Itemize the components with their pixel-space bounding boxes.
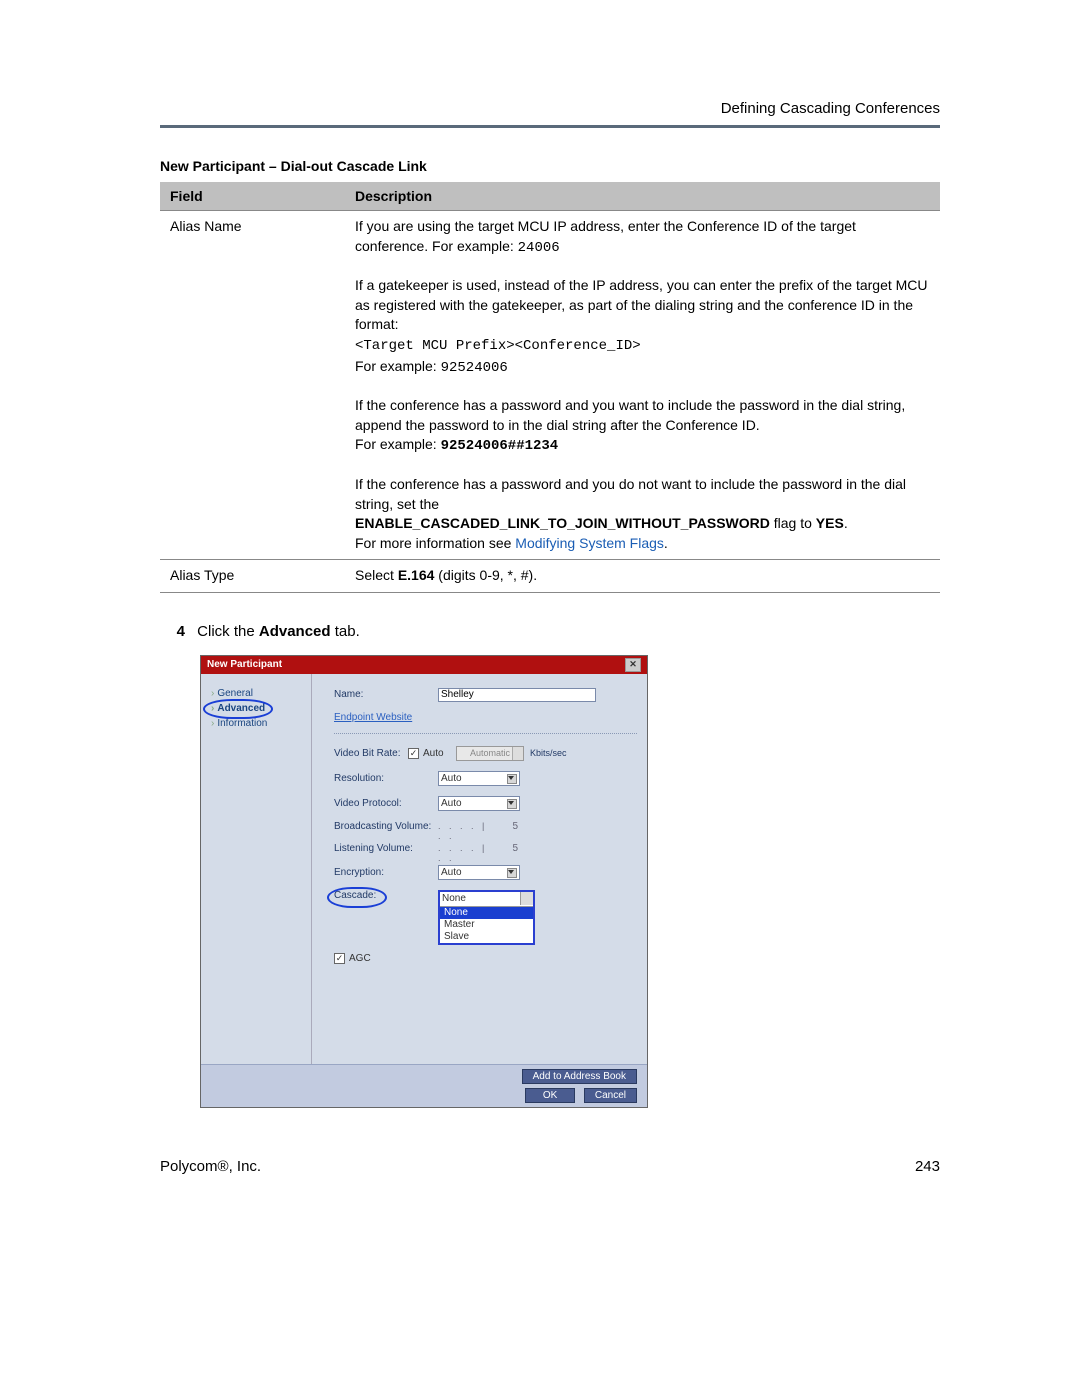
page-footer: Polycom®, Inc. 243 bbox=[160, 1158, 940, 1175]
desc-p4-tail: flag to bbox=[770, 515, 816, 531]
ok-button[interactable]: OK bbox=[525, 1088, 575, 1103]
listening-volume-label: Listening Volume: bbox=[334, 843, 438, 854]
broadcast-value: 5 bbox=[512, 821, 518, 832]
row-alias-name: Alias Name If you are using the target M… bbox=[160, 211, 940, 560]
name-label: Name: bbox=[334, 689, 438, 700]
desc-p3: If the conference has a password and you… bbox=[355, 397, 905, 433]
checkbox-icon: ✓ bbox=[334, 953, 345, 964]
desc-p2-format: <Target MCU Prefix><Conference_ID> bbox=[355, 338, 641, 354]
kbits-label: Kbits/sec bbox=[530, 748, 567, 758]
footer-page-number: 243 bbox=[915, 1158, 940, 1175]
dialog-main: Name: Endpoint Website Video Bit Rate: ✓… bbox=[312, 674, 647, 1064]
video-protocol-select[interactable]: Auto bbox=[438, 796, 520, 811]
step-4: 4 Click the Advanced tab. bbox=[160, 623, 940, 640]
video-protocol-label: Video Protocol: bbox=[334, 798, 438, 809]
header-rule bbox=[160, 125, 940, 128]
dialog-title-text: New Participant bbox=[207, 659, 282, 670]
desc-p4-yes: YES bbox=[816, 515, 844, 531]
name-input[interactable] bbox=[438, 688, 596, 702]
desc-p3-ex-code: 92524006##1234 bbox=[441, 438, 559, 454]
resolution-value: Auto bbox=[441, 773, 462, 784]
auto-checkbox-group[interactable]: ✓ Auto bbox=[408, 748, 456, 759]
auto-label: Auto bbox=[423, 748, 444, 759]
listening-value: 5 bbox=[512, 843, 518, 854]
desc-p2-ex-pre: For example: bbox=[355, 358, 441, 374]
dialog-titlebar: New Participant ✕ bbox=[201, 656, 647, 674]
broadcasting-volume-label: Broadcasting Volume: bbox=[334, 821, 438, 832]
alias-type-d1: Select bbox=[355, 567, 398, 583]
step-text-c: tab. bbox=[331, 623, 360, 640]
cell-desc-alias-name: If you are using the target MCU IP addre… bbox=[345, 211, 940, 560]
video-protocol-value: Auto bbox=[441, 798, 462, 809]
nav-advanced[interactable]: ›Advanced bbox=[207, 701, 305, 716]
chevron-icon: › bbox=[211, 718, 214, 729]
resolution-select[interactable]: Auto bbox=[438, 771, 520, 786]
cascade-selected-value: None bbox=[440, 892, 533, 907]
chevron-down-icon bbox=[508, 870, 514, 874]
table-title: New Participant – Dial-out Cascade Link bbox=[160, 158, 940, 174]
chevron-icon: › bbox=[211, 688, 214, 699]
desc-p4-flag: ENABLE_CASCADED_LINK_TO_JOIN_WITHOUT_PAS… bbox=[355, 515, 770, 531]
dialog-nav: ›General ›Advanced ›Information bbox=[201, 674, 312, 1064]
desc-p1-code: 24006 bbox=[518, 240, 560, 256]
checkbox-icon: ✓ bbox=[408, 748, 419, 759]
desc-p1: If you are using the target MCU IP addre… bbox=[355, 218, 856, 254]
agc-label: AGC bbox=[349, 953, 371, 964]
step-number: 4 bbox=[160, 623, 185, 640]
cell-desc-alias-type: Select E.164 (digits 0-9, *, #). bbox=[345, 560, 940, 593]
close-icon[interactable]: ✕ bbox=[625, 658, 641, 672]
encryption-value: Auto bbox=[441, 867, 462, 878]
separator bbox=[334, 733, 637, 734]
spinner-buttons-icon bbox=[512, 747, 523, 760]
add-to-address-book-button[interactable]: Add to Address Book bbox=[522, 1069, 637, 1084]
desc-p4-dot: . bbox=[844, 515, 848, 531]
document-page: Defining Cascading Conferences New Parti… bbox=[0, 0, 1080, 1215]
field-description-table: Field Description Alias Name If you are … bbox=[160, 182, 940, 593]
desc-p3-ex-pre: For example: bbox=[355, 436, 441, 452]
chevron-down-icon bbox=[508, 801, 514, 805]
nav-general[interactable]: ›General bbox=[207, 686, 305, 701]
dialog-footer: Add to Address Book OK Cancel bbox=[201, 1064, 647, 1107]
bitrate-spinner[interactable]: Automatic bbox=[456, 746, 524, 761]
desc-p2: If a gatekeeper is used, instead of the … bbox=[355, 277, 928, 332]
alias-type-d2: E.164 bbox=[398, 567, 435, 583]
encryption-select[interactable]: Auto bbox=[438, 865, 520, 880]
cascade-option-slave[interactable]: Slave bbox=[440, 931, 533, 943]
footer-company: Polycom®, Inc. bbox=[160, 1158, 261, 1175]
endpoint-website-link[interactable]: Endpoint Website bbox=[334, 712, 412, 723]
listening-volume-slider[interactable]: . . . . | . .5 bbox=[438, 843, 508, 855]
chevron-down-icon bbox=[508, 776, 514, 780]
cascade-option-none[interactable]: None bbox=[440, 907, 533, 919]
bitrate-value: Automatic bbox=[470, 748, 510, 758]
cancel-button[interactable]: Cancel bbox=[584, 1088, 637, 1103]
encryption-label: Encryption: bbox=[334, 867, 438, 878]
nav-advanced-label: Advanced bbox=[217, 703, 265, 714]
section-header: Defining Cascading Conferences bbox=[160, 100, 940, 117]
alias-type-d3: (digits 0-9, *, #). bbox=[434, 567, 537, 583]
cell-field-alias-type: Alias Type bbox=[160, 560, 345, 593]
th-field: Field bbox=[160, 182, 345, 211]
step-text-a: Click the bbox=[197, 623, 259, 640]
cell-field-alias-name: Alias Name bbox=[160, 211, 345, 560]
step-text-b: Advanced bbox=[259, 623, 331, 640]
cascade-label: Cascade: bbox=[334, 890, 438, 901]
desc-p5-pre: For more information see bbox=[355, 535, 515, 551]
desc-p2-ex-code: 92524006 bbox=[441, 360, 508, 376]
cascade-option-master[interactable]: Master bbox=[440, 919, 533, 931]
cascade-select-open[interactable]: None None Master Slave bbox=[438, 890, 535, 945]
chevron-icon: › bbox=[211, 703, 214, 714]
desc-p5-dot: . bbox=[664, 535, 668, 551]
nav-general-label: General bbox=[217, 688, 253, 699]
broadcasting-volume-slider[interactable]: . . . . | . .5 bbox=[438, 821, 508, 833]
agc-checkbox-group[interactable]: ✓ AGC bbox=[334, 953, 371, 964]
row-alias-type: Alias Type Select E.164 (digits 0-9, *, … bbox=[160, 560, 940, 593]
nav-information-label: Information bbox=[217, 718, 267, 729]
desc-p4: If the conference has a password and you… bbox=[355, 476, 906, 512]
nav-information[interactable]: ›Information bbox=[207, 716, 305, 731]
new-participant-dialog: New Participant ✕ ›General ›Advanced ›In… bbox=[200, 655, 648, 1108]
th-description: Description bbox=[345, 182, 940, 211]
link-modifying-system-flags[interactable]: Modifying System Flags bbox=[515, 535, 664, 551]
resolution-label: Resolution: bbox=[334, 773, 438, 784]
video-bitrate-label: Video Bit Rate: bbox=[334, 748, 408, 759]
